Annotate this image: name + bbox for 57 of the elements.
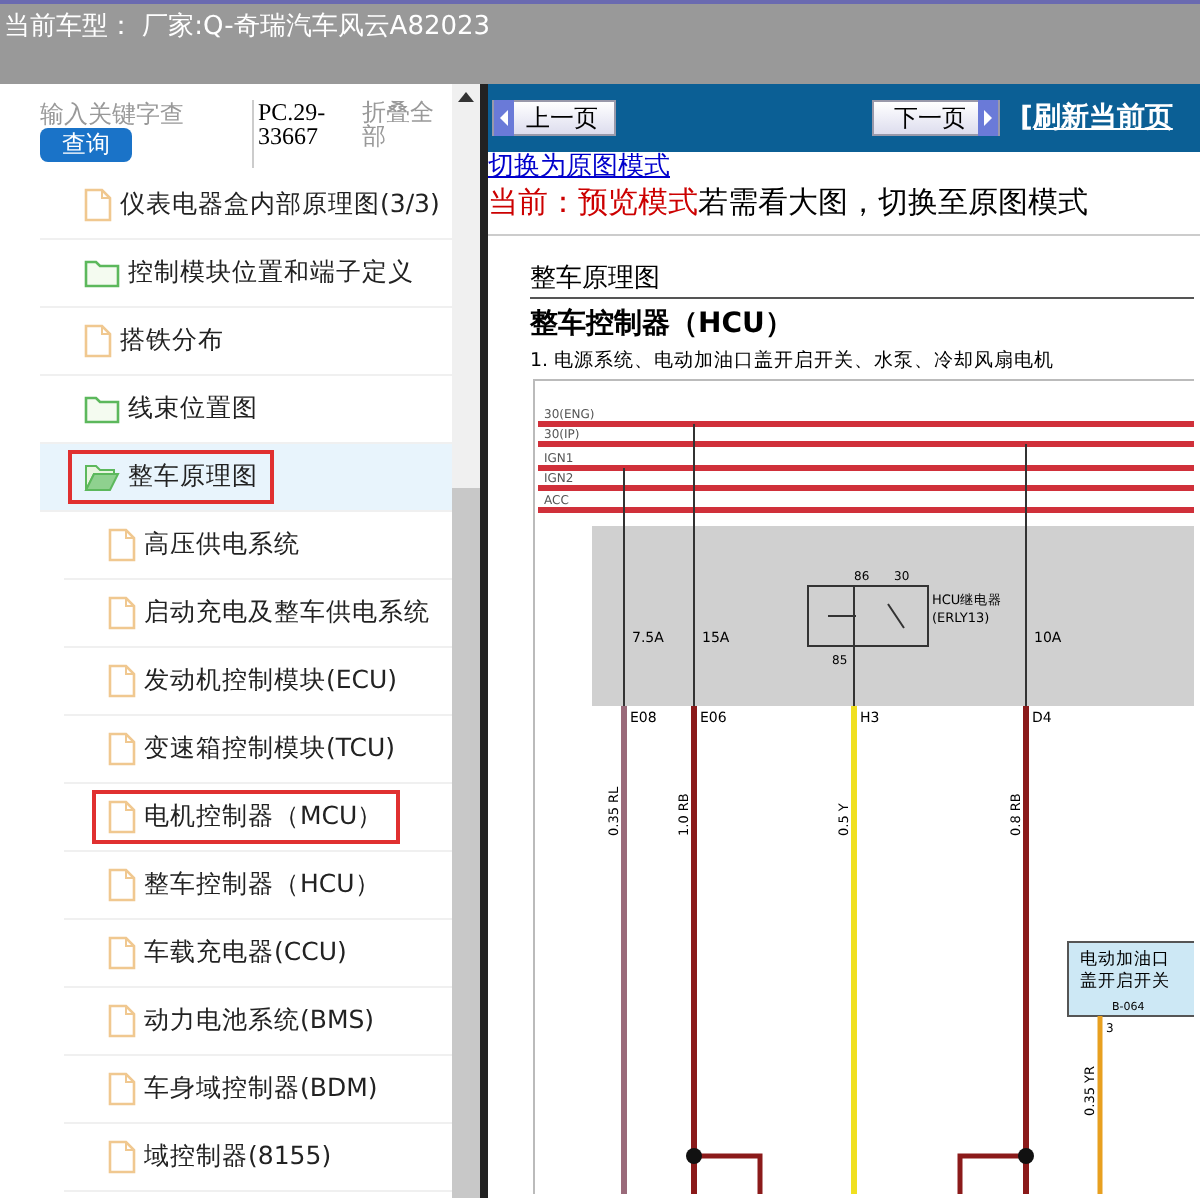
document-icon — [108, 664, 136, 698]
document-icon — [108, 528, 136, 562]
wire-line — [853, 585, 855, 707]
document-icon — [108, 1072, 136, 1106]
tree-item-label: 搭铁分布 — [120, 324, 224, 358]
junction-dot — [1018, 1148, 1034, 1164]
previous-page-button[interactable]: 上一页 — [492, 100, 616, 136]
tree-item[interactable]: 整车原理图 — [40, 444, 452, 512]
window-title: 当前车型： 厂家:Q-奇瑞汽车风云A82023 — [4, 12, 491, 42]
tree-item-label: 高压供电系统 — [144, 528, 300, 562]
tree-item[interactable]: 变速箱控制模块(TCU) — [64, 716, 452, 784]
tree-item-label: 车身域控制器(BDM) — [144, 1072, 378, 1106]
junction-dot — [686, 1148, 702, 1164]
document-icon — [108, 936, 136, 970]
connector-name: 盖开启开关 — [1080, 972, 1170, 992]
tree-item-label: 变速箱控制模块(TCU) — [144, 732, 396, 766]
tree-item-label: 控制模块位置和端子定义 — [128, 256, 414, 290]
tree-item[interactable]: 高压供电系统 — [64, 512, 452, 580]
diagram-title: 整车控制器（HCU） — [530, 308, 793, 340]
document-icon — [108, 1140, 136, 1174]
tree-item-label: 车载充电器(CCU) — [144, 936, 347, 970]
connector-name: 电动加油口 — [1080, 950, 1170, 970]
tree-item-label: 动力电池系统(BMS) — [144, 1004, 375, 1038]
document-icon — [108, 800, 136, 834]
tree-item[interactable]: 车载充电器(CCU) — [64, 920, 452, 988]
tree-item-label: 启动充电及整车供电系统 — [144, 596, 430, 630]
scrollbar[interactable] — [452, 84, 480, 1198]
mode-link[interactable]: 切换为原图模式 — [488, 152, 670, 182]
tree-item[interactable]: 仪表电器盒内部原理图(3/3) — [40, 172, 452, 240]
tree-item-label: 整车原理图 — [128, 460, 258, 494]
search-button[interactable]: 查询 — [40, 128, 132, 162]
connector-box — [1067, 941, 1194, 1017]
tree-item-label: 发动机控制模块(ECU) — [144, 664, 398, 698]
document-icon — [108, 596, 136, 630]
tree-item[interactable]: 域控制器(8155) — [64, 1124, 452, 1192]
tree-item-label: 仪表电器盒内部原理图(3/3) — [120, 188, 440, 222]
next-page-button[interactable]: 下一页 — [872, 100, 1000, 136]
tree-item[interactable]: 车身域控制器(BDM) — [64, 1056, 452, 1124]
document-icon — [84, 188, 112, 222]
document-icon — [108, 868, 136, 902]
refresh-link[interactable]: [刷新当前页 — [1020, 100, 1173, 136]
tree-item-label: 域控制器(8155) — [144, 1140, 332, 1174]
tree-item[interactable]: 控制模块位置和端子定义 — [40, 240, 452, 308]
diagram-subtitle: 1. 电源系统、电动加油口盖开启开关、水泵、冷却风扇电机 — [530, 350, 1055, 372]
tree-item[interactable]: 整车控制器（HCU） — [64, 852, 452, 920]
tree-item[interactable]: 搭铁分布 — [40, 308, 452, 376]
document-icon — [108, 1004, 136, 1038]
tree-item-label: 整车控制器（HCU） — [144, 868, 381, 902]
document-icon — [84, 324, 112, 358]
tree-item-label: 电机控制器（MCU） — [144, 800, 384, 834]
document-icon — [108, 732, 136, 766]
tree-item-label: 线束位置图 — [128, 392, 258, 426]
part-code: PC.29-33667 — [252, 100, 350, 168]
section-title: 整车原理图 — [530, 264, 660, 294]
tree-item[interactable]: 动力电池系统(BMS) — [64, 988, 452, 1056]
tree-item[interactable]: 发动机控制模块(ECU) — [64, 648, 452, 716]
tree-item[interactable]: 启动充电及整车供电系统 — [64, 580, 452, 648]
